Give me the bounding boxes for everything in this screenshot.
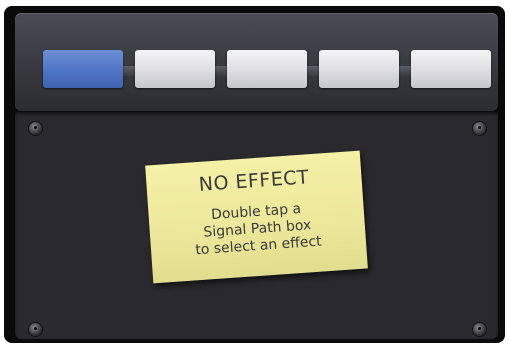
note-message: Double tap a Signal Path box to select a… <box>194 200 323 259</box>
screw-icon <box>473 122 486 135</box>
screw-icon <box>29 323 42 336</box>
signal-path-slot-3[interactable] <box>227 50 307 88</box>
note-title: NO EFFECT <box>198 166 310 196</box>
signal-path-slot-1[interactable] <box>43 50 123 88</box>
signal-path-slot-4[interactable] <box>319 50 399 88</box>
signal-path-slot-2[interactable] <box>135 50 215 88</box>
signal-path-bar <box>15 13 498 111</box>
screw-icon <box>29 122 42 135</box>
signal-path-slot-5[interactable] <box>411 50 491 88</box>
sticky-note: NO EFFECT Double tap a Signal Path box t… <box>145 150 368 284</box>
screw-icon <box>473 323 486 336</box>
